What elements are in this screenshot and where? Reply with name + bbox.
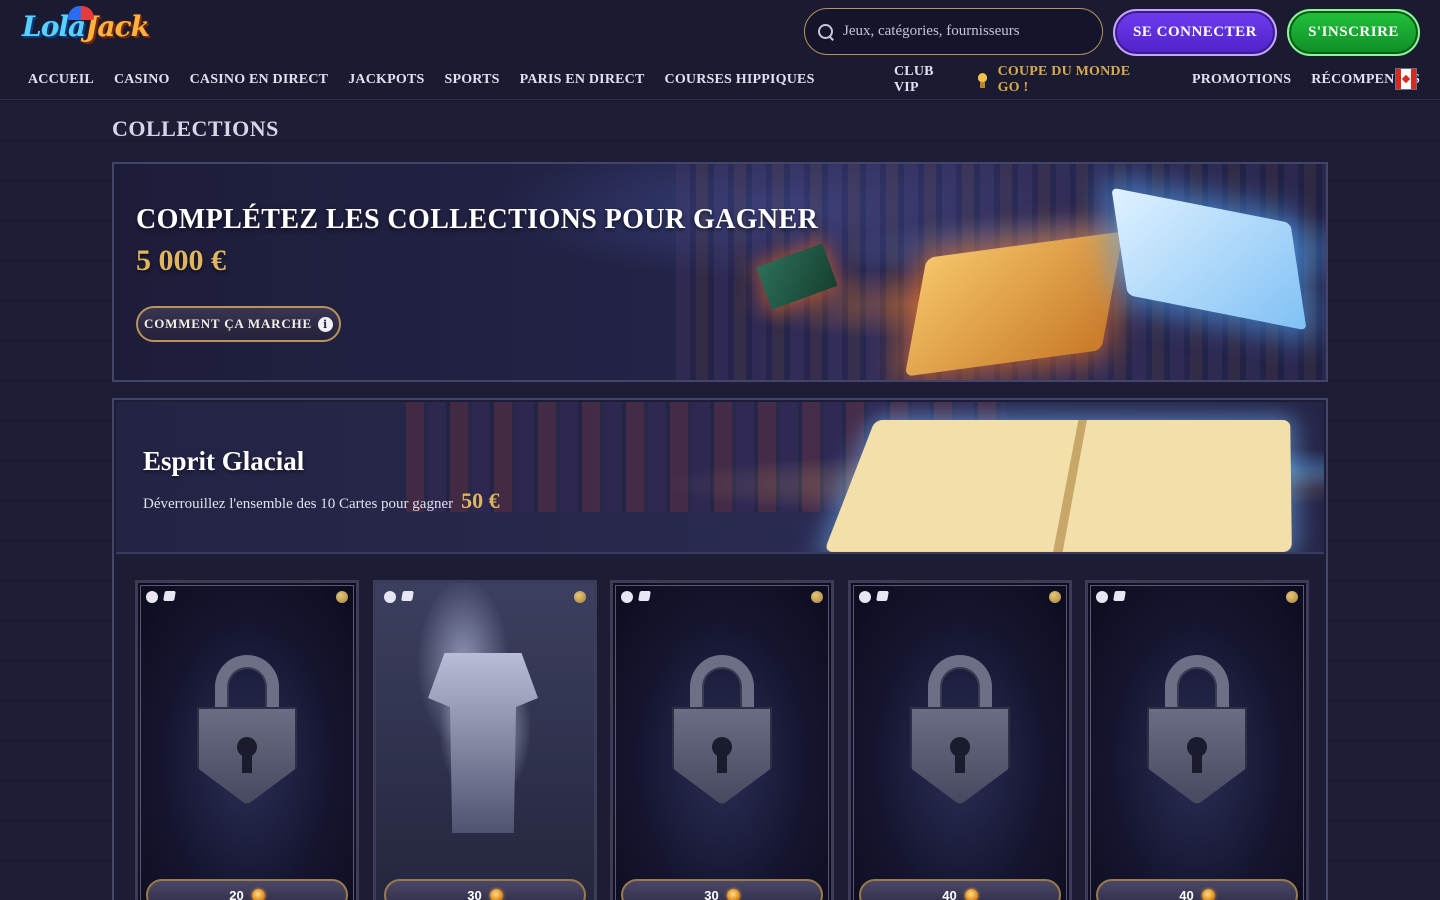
card-top-icons bbox=[621, 591, 651, 603]
nav-item-sports[interactable]: SPORTS bbox=[444, 72, 499, 88]
page-title: COLLECTIONS bbox=[112, 116, 279, 141]
card-price-button[interactable]: 40 bbox=[859, 879, 1061, 900]
gem-icon bbox=[1201, 888, 1215, 900]
ticket-icon bbox=[1113, 591, 1126, 601]
nav-item-world-cup-label: COUPE DU MONDE GO ! bbox=[997, 64, 1131, 95]
collection-reward: 50 € bbox=[461, 488, 500, 513]
coin-icon bbox=[1286, 591, 1298, 603]
card-top-icons bbox=[859, 591, 889, 603]
collection-card[interactable]: 40 bbox=[848, 580, 1072, 900]
cards-row: 20 30 30 40 40 bbox=[116, 556, 1324, 900]
gem-icon bbox=[964, 888, 978, 900]
main-nav: ACCUEIL CASINO CASINO EN DIRECT JACKPOTS… bbox=[28, 70, 835, 90]
collection-card[interactable]: 40 bbox=[1085, 580, 1309, 900]
card-art-frost-garment bbox=[376, 583, 594, 900]
collection-panel: Esprit Glacial Déverrouillez l'ensemble … bbox=[112, 398, 1328, 900]
card-price: 30 bbox=[704, 887, 719, 900]
site-header: LolaJack SE CONNECTER S'INSCRIRE ACCUEIL… bbox=[0, 0, 1440, 100]
nav-item-live-casino[interactable]: CASINO EN DIRECT bbox=[190, 72, 329, 88]
jester-hat-icon bbox=[68, 6, 94, 20]
chip-icon bbox=[146, 591, 158, 603]
info-icon: i bbox=[317, 316, 333, 332]
trophy-icon bbox=[977, 72, 988, 88]
card-price-button[interactable]: 30 bbox=[621, 879, 823, 900]
card-top-icons bbox=[1096, 591, 1126, 603]
lock-icon bbox=[672, 655, 772, 805]
secondary-nav: CLUB VIP COUPE DU MONDE GO ! PROMOTIONS … bbox=[894, 64, 1440, 95]
hero-prize-amount: 5 000 € bbox=[136, 244, 226, 277]
nav-item-horse-racing[interactable]: COURSES HIPPIQUES bbox=[665, 72, 815, 88]
gem-icon bbox=[251, 888, 265, 900]
card-top-icons bbox=[384, 591, 414, 603]
chip-icon bbox=[384, 591, 396, 603]
collection-description-text: Déverrouillez l'ensemble des 10 Cartes p… bbox=[143, 496, 454, 512]
ticket-icon bbox=[163, 591, 176, 601]
search-box[interactable] bbox=[804, 8, 1103, 55]
card-price: 30 bbox=[467, 887, 482, 900]
nav-item-home[interactable]: ACCUEIL bbox=[28, 72, 94, 88]
search-input[interactable] bbox=[843, 23, 1083, 40]
canada-flag-icon[interactable] bbox=[1395, 68, 1417, 90]
coin-icon bbox=[336, 591, 348, 603]
collection-card[interactable]: 30 bbox=[610, 580, 834, 900]
ticket-icon bbox=[401, 591, 414, 601]
collection-card[interactable]: 20 bbox=[135, 580, 359, 900]
collection-name: Esprit Glacial bbox=[143, 446, 305, 476]
signup-button[interactable]: S'INSCRIRE bbox=[1287, 9, 1420, 56]
card-top-icons bbox=[146, 591, 176, 603]
how-it-works-label: COMMENT ÇA MARCHE bbox=[144, 316, 312, 331]
card-price-button[interactable]: 20 bbox=[146, 879, 348, 900]
card-price-button[interactable]: 40 bbox=[1096, 879, 1298, 900]
login-button[interactable]: SE CONNECTER bbox=[1113, 9, 1277, 56]
open-book-art bbox=[823, 419, 1292, 552]
collection-card[interactable]: 30 bbox=[373, 580, 597, 900]
nav-item-jackpots[interactable]: JACKPOTS bbox=[348, 72, 424, 88]
lock-icon bbox=[910, 655, 1010, 805]
card-price-button[interactable]: 30 bbox=[384, 879, 586, 900]
nav-item-vip-club[interactable]: CLUB VIP bbox=[894, 64, 957, 96]
lock-icon bbox=[197, 655, 297, 805]
coin-icon bbox=[1049, 591, 1061, 603]
coin-icon bbox=[574, 591, 586, 603]
gem-icon bbox=[726, 888, 740, 900]
ticket-icon bbox=[876, 591, 889, 601]
collection-description: Déverrouillez l'ensemble des 10 Cartes p… bbox=[143, 488, 500, 514]
logo-text-jack: Jack bbox=[85, 10, 150, 43]
search-icon bbox=[817, 23, 835, 41]
card-price: 40 bbox=[942, 887, 957, 900]
ticket-icon bbox=[638, 591, 651, 601]
frost-garment-art bbox=[428, 653, 538, 833]
site-logo[interactable]: LolaJack bbox=[22, 6, 150, 52]
nav-item-casino[interactable]: CASINO bbox=[114, 72, 170, 88]
gem-icon bbox=[489, 888, 503, 900]
card-price: 20 bbox=[229, 887, 244, 900]
chip-icon bbox=[621, 591, 633, 603]
card-price: 40 bbox=[1179, 887, 1194, 900]
nav-item-live-betting[interactable]: PARIS EN DIRECT bbox=[520, 72, 645, 88]
chip-icon bbox=[1096, 591, 1108, 603]
collection-banner: Esprit Glacial Déverrouillez l'ensemble … bbox=[116, 402, 1324, 554]
collections-hero-banner: COMPLÉTEZ LES COLLECTIONS POUR GAGNER 5 … bbox=[112, 162, 1328, 382]
nav-item-world-cup[interactable]: COUPE DU MONDE GO ! bbox=[977, 64, 1172, 96]
coin-icon bbox=[811, 591, 823, 603]
nav-item-promotions[interactable]: PROMOTIONS bbox=[1192, 72, 1291, 88]
hero-title: COMPLÉTEZ LES COLLECTIONS POUR GAGNER bbox=[136, 204, 819, 235]
how-it-works-button[interactable]: COMMENT ÇA MARCHE i bbox=[136, 306, 341, 342]
lock-icon bbox=[1147, 655, 1247, 805]
chip-icon bbox=[859, 591, 871, 603]
